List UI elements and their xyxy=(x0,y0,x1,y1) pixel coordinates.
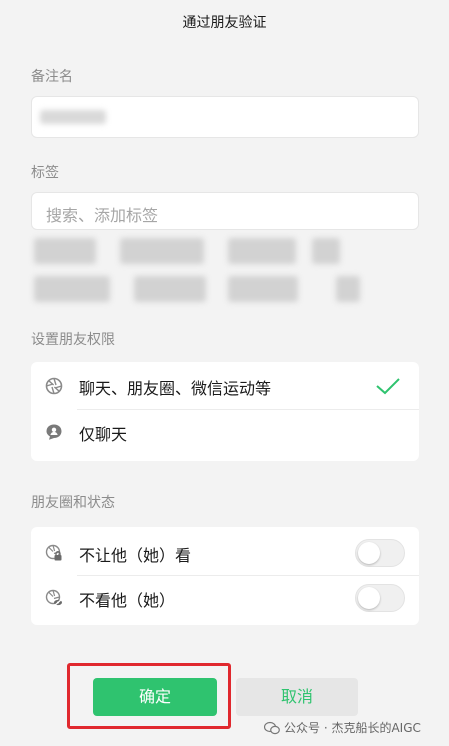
permissions-card: 聊天、朋友圈、微信运动等 仅聊天 xyxy=(31,362,419,461)
moments-lock-icon xyxy=(45,544,62,561)
watermark-text: 公众号 · 杰克船长的AIGC xyxy=(284,721,421,735)
moments-hide-icon xyxy=(45,589,63,607)
tag-search-placeholder: 搜索、添加标签 xyxy=(46,206,159,225)
permission-option-chat-only[interactable]: 仅聊天 xyxy=(31,410,419,454)
moments-option-hide-from: 不让他（她）看 xyxy=(31,531,419,575)
tag-chip[interactable] xyxy=(120,238,204,264)
remark-label: 备注名 xyxy=(31,69,73,85)
toggle-knob xyxy=(358,542,380,564)
moments-option-dont-see: 不看他（她） xyxy=(31,576,419,620)
cancel-button[interactable]: 取消 xyxy=(236,678,358,716)
chat-user-icon xyxy=(46,424,62,440)
tag-chip[interactable] xyxy=(34,276,110,302)
moments-label: 朋友圈和状态 xyxy=(31,495,115,511)
tag-chip[interactable] xyxy=(336,276,360,302)
permission-option-label: 聊天、朋友圈、微信运动等 xyxy=(79,379,272,398)
confirm-highlight-annotation xyxy=(67,663,231,729)
tag-chip[interactable] xyxy=(134,276,206,302)
permission-option-all[interactable]: 聊天、朋友圈、微信运动等 xyxy=(31,364,419,408)
toggle-knob xyxy=(358,587,380,609)
tag-chip[interactable] xyxy=(34,238,96,264)
tag-search-input[interactable]: 搜索、添加标签 xyxy=(31,192,419,230)
tags-label: 标签 xyxy=(31,165,59,181)
page-title: 通过朋友验证 xyxy=(182,15,267,31)
remark-input[interactable] xyxy=(31,96,419,138)
checkmark-icon xyxy=(376,378,400,395)
permissions-label: 设置朋友权限 xyxy=(31,332,115,348)
tag-chip[interactable] xyxy=(312,238,340,264)
watermark: 公众号 · 杰克船长的AIGC xyxy=(264,719,421,736)
wechat-official-account-icon xyxy=(264,721,280,734)
dont-see-moments-toggle[interactable] xyxy=(355,584,405,612)
hide-moments-toggle[interactable] xyxy=(355,539,405,567)
aperture-icon xyxy=(45,377,63,395)
tag-chip[interactable] xyxy=(228,276,298,302)
tag-chip[interactable] xyxy=(228,238,296,264)
moments-card: 不让他（她）看 不看他（她） xyxy=(31,527,419,625)
moments-option-label: 不看他（她） xyxy=(79,591,176,610)
permission-option-label: 仅聊天 xyxy=(79,425,128,444)
remark-value-redacted xyxy=(40,110,106,124)
moments-option-label: 不让他（她）看 xyxy=(79,546,192,565)
